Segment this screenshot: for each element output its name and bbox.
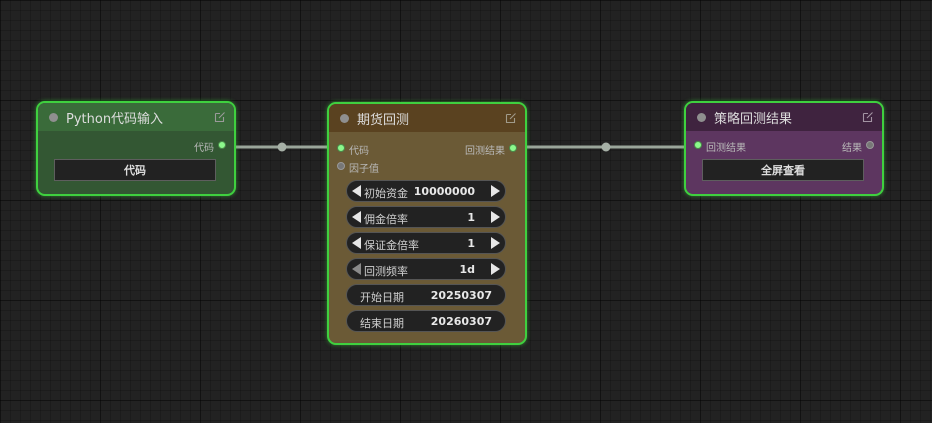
commission-multiplier-stepper[interactable]: 佣金倍率 1 (346, 206, 506, 228)
link-midpoint-handle[interactable] (601, 142, 611, 152)
widget-label: 开始日期 (360, 291, 404, 304)
next-arrow-icon[interactable] (491, 263, 500, 275)
margin-multiplier-stepper[interactable]: 保证金倍率 1 (346, 232, 506, 254)
slot-row: 因子值 (329, 158, 525, 175)
increment-arrow-icon[interactable] (491, 185, 500, 197)
output-slot-output[interactable] (866, 141, 874, 149)
edit-icon[interactable] (862, 111, 874, 123)
node-title: Python代码输入 (66, 111, 164, 127)
backtest-frequency-combo[interactable]: 回测频率 1d (346, 258, 506, 280)
slot-row: 代码 (38, 137, 234, 154)
widget-value: 10000000 (413, 185, 475, 198)
output-slot-code[interactable] (218, 141, 226, 149)
slot-row: 代码 回测结果 (329, 140, 525, 157)
node-futures-backtest[interactable]: 期货回测 代码 回测结果 因子值 初始资金 10000000 佣金倍率 1 保证… (327, 102, 527, 345)
widget-label: 回测频率 (364, 265, 408, 278)
node-header[interactable]: 期货回测 (329, 104, 525, 132)
node-title: 策略回测结果 (714, 111, 793, 127)
edit-icon[interactable] (505, 112, 517, 124)
status-dot-icon[interactable] (49, 112, 58, 122)
widget-value: 20250307 (430, 289, 492, 302)
decrement-arrow-icon[interactable] (352, 185, 361, 197)
decrement-arrow-icon[interactable] (352, 237, 361, 249)
edit-icon[interactable] (214, 111, 226, 123)
previous-arrow-icon[interactable] (352, 263, 361, 275)
input-slot-label-factor: 因子值 (349, 164, 379, 175)
fullscreen-view-button[interactable]: 全屏查看 (702, 159, 864, 181)
node-python-code-input[interactable]: Python代码输入 代码 代码 (36, 101, 236, 196)
widget-value: 1 (467, 237, 475, 250)
start-date-field[interactable]: 开始日期 20250307 (346, 284, 506, 306)
input-slot-label-result: 回测结果 (706, 143, 746, 154)
widget-value: 1d (459, 263, 475, 276)
status-dot-icon[interactable] (340, 113, 349, 123)
output-slot-label-code: 代码 (194, 143, 214, 154)
input-slot-factor[interactable] (337, 162, 345, 170)
increment-arrow-icon[interactable] (491, 237, 500, 249)
widget-value: 1 (467, 211, 475, 224)
node-header[interactable]: Python代码输入 (38, 103, 234, 131)
link-backtest-to-result[interactable] (517, 142, 695, 152)
input-slot-label-code: 代码 (349, 146, 369, 157)
node-title: 期货回测 (357, 112, 410, 128)
output-slot-label-output: 结果 (842, 143, 862, 154)
decrement-arrow-icon[interactable] (352, 211, 361, 223)
output-slot-label-result: 回测结果 (465, 146, 505, 157)
widget-label: 结束日期 (360, 317, 404, 330)
node-header[interactable]: 策略回测结果 (686, 103, 882, 131)
node-strategy-backtest-result[interactable]: 策略回测结果 回测结果 结果 全屏查看 (684, 101, 884, 196)
widget-label: 佣金倍率 (364, 213, 408, 226)
input-slot-code[interactable] (337, 144, 345, 152)
initial-capital-stepper[interactable]: 初始资金 10000000 (346, 180, 506, 202)
slot-row: 回测结果 结果 (686, 137, 882, 154)
widget-label: 初始资金 (364, 187, 408, 200)
link-python-to-backtest[interactable] (226, 142, 338, 152)
end-date-field[interactable]: 结束日期 20260307 (346, 310, 506, 332)
status-dot-icon[interactable] (697, 112, 706, 122)
widget-label: 保证金倍率 (364, 239, 419, 252)
widget-value: 20260307 (430, 315, 492, 328)
link-midpoint-handle[interactable] (277, 142, 287, 152)
input-slot-result[interactable] (694, 141, 702, 149)
code-button[interactable]: 代码 (54, 159, 216, 181)
output-slot-result[interactable] (509, 144, 517, 152)
increment-arrow-icon[interactable] (491, 211, 500, 223)
